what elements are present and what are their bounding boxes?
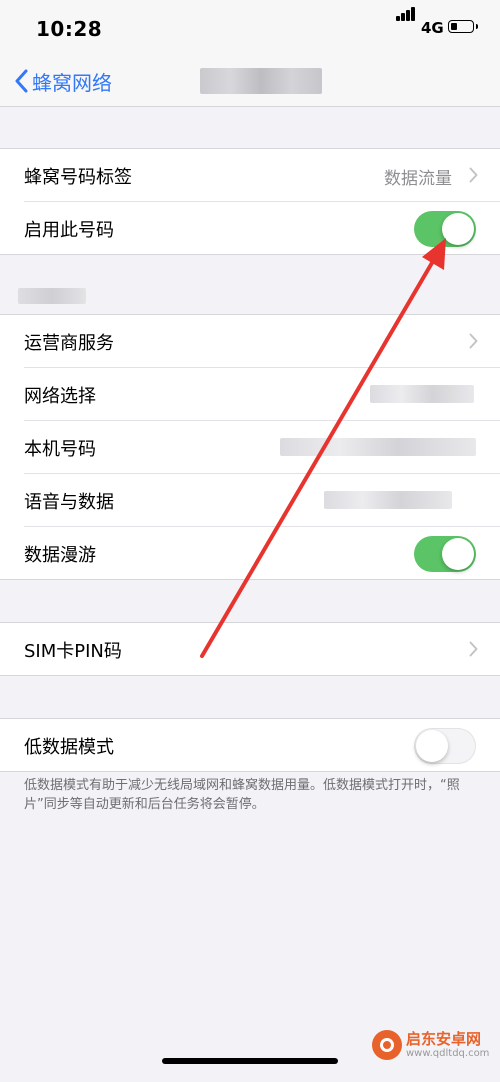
watermark-logo-icon [372,1030,402,1060]
home-indicator[interactable] [162,1058,338,1064]
site-watermark: 启东安卓网 www.qdltdq.com [372,1030,489,1060]
row-sim-pin[interactable]: SIM卡PIN码 [24,623,500,675]
row-data-roaming: 数据漫游 [24,527,500,579]
status-time: 10:28 [36,17,103,41]
value-redacted [324,491,452,509]
row-enable-number: 启用此号码 [24,202,500,254]
back-label: 蜂窝网络 [32,70,112,95]
status-bar: 10:28 4G [0,0,500,56]
row-my-number[interactable]: 本机号码 [24,421,500,474]
settings-group-low-data: 低数据模式 [0,718,500,772]
row-label: 低数据模式 [24,737,114,758]
row-label: 本机号码 [24,439,96,460]
row-value: 数据流量 [384,169,452,189]
row-label: 数据漫游 [24,545,96,566]
row-label: 启用此号码 [24,220,114,241]
chevron-right-icon [469,641,478,657]
settings-group-carrier: 运营商服务 网络选择 本机号码 语音与数据 数据漫游 [0,314,500,580]
section-header-redacted [18,288,86,304]
row-label: 蜂窝号码标签 [24,167,132,188]
low-data-mode-footer: 低数据模式有助于减少无线局域网和蜂窝数据用量。低数据模式打开时，“照片”同步等自… [24,778,460,812]
row-carrier-services[interactable]: 运营商服务 [24,315,500,368]
settings-group-sim: SIM卡PIN码 [0,622,500,676]
row-label: 运营商服务 [24,333,114,354]
value-redacted [280,438,476,456]
navigation-bar: 蜂窝网络 [0,56,500,107]
settings-group-number: 蜂窝号码标签 数据流量 启用此号码 [0,148,500,255]
back-button[interactable]: 蜂窝网络 [14,64,112,98]
value-redacted [370,385,474,403]
enable-number-toggle[interactable] [414,211,476,247]
watermark-url: www.qdltdq.com [406,1048,490,1059]
row-label: 语音与数据 [24,492,114,513]
row-cellular-label[interactable]: 蜂窝号码标签 数据流量 [24,149,500,202]
chevron-right-icon [469,167,478,183]
row-label: 网络选择 [24,386,96,407]
row-label: SIM卡PIN码 [24,641,122,662]
chevron-right-icon [469,333,478,349]
data-roaming-toggle[interactable] [414,536,476,572]
network-type: 4G [421,19,444,37]
page-title-redacted [200,68,322,94]
watermark-title: 启东安卓网 [406,1030,482,1048]
row-low-data-mode: 低数据模式 [24,719,500,771]
battery-icon [448,20,478,33]
row-voice-data[interactable]: 语音与数据 [24,474,500,527]
chevron-left-icon [15,69,28,93]
row-network-selection[interactable]: 网络选择 [24,368,500,421]
low-data-mode-toggle[interactable] [414,728,476,764]
